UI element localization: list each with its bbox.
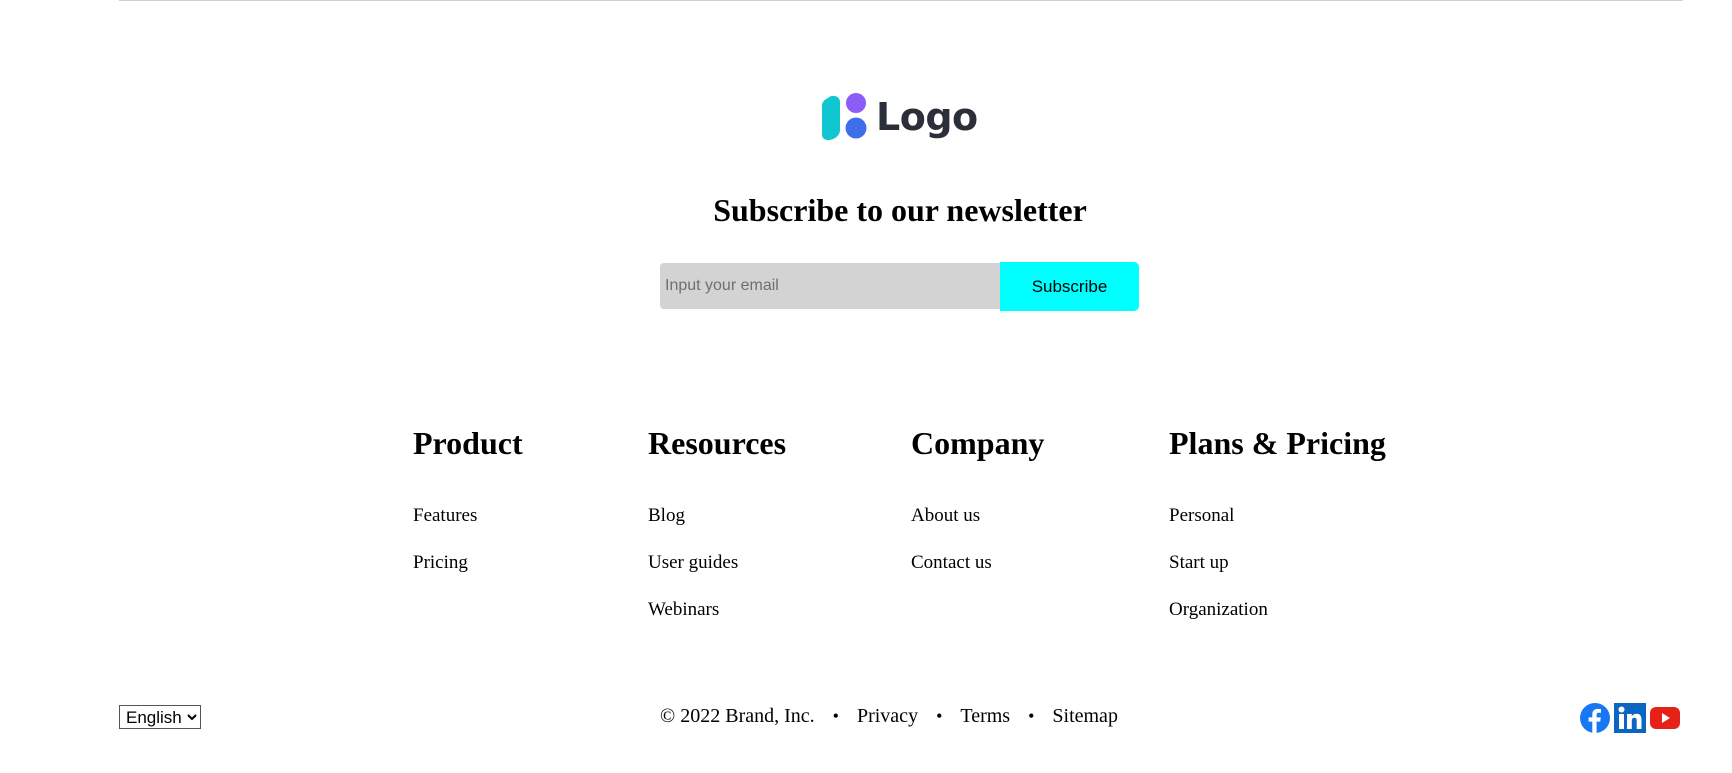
column-heading: Resources	[648, 425, 787, 461]
legal-links: © 2022 Brand, Inc. • Privacy • Terms • S…	[0, 702, 1732, 730]
list-item: Start up	[1169, 539, 1386, 586]
logo-mark-icon	[820, 92, 868, 142]
newsletter-title: Subscribe to our newsletter	[713, 192, 1087, 228]
privacy-link[interactable]: Privacy	[857, 702, 918, 730]
link-list: Blog User guides Webinars	[648, 492, 786, 633]
sitemap-link[interactable]: Sitemap	[1052, 702, 1118, 730]
link-features[interactable]: Features	[413, 505, 477, 526]
link-webinars[interactable]: Webinars	[648, 599, 719, 620]
link-user-guides[interactable]: User guides	[648, 552, 738, 573]
brand-logo[interactable]: Logo	[820, 90, 978, 144]
link-list: Features Pricing	[413, 492, 523, 586]
newsletter-form: Subscribe	[660, 262, 1140, 311]
link-pricing[interactable]: Pricing	[413, 552, 468, 573]
list-item: Organization	[1169, 586, 1386, 633]
link-organization[interactable]: Organization	[1169, 599, 1268, 620]
footer-page: Logo Subscribe to our newsletter Subscri…	[0, 0, 1732, 773]
column-heading: Plans & Pricing	[1169, 425, 1386, 461]
link-blog[interactable]: Blog	[648, 505, 685, 526]
separator-dot: •	[1028, 706, 1035, 726]
link-about-us[interactable]: About us	[911, 505, 980, 526]
subscribe-button[interactable]: Subscribe	[1000, 262, 1139, 311]
email-input[interactable]	[660, 263, 1000, 309]
youtube-icon[interactable]	[1650, 707, 1680, 734]
list-item: Blog	[648, 492, 786, 539]
social-links	[1580, 703, 1680, 738]
separator-dot: •	[832, 706, 839, 726]
column-heading: Product	[413, 425, 523, 461]
link-list: Personal Start up Organization	[1169, 492, 1386, 633]
copyright-text: © 2022 Brand, Inc.	[660, 705, 815, 727]
top-divider	[119, 0, 1683, 1]
list-item: Webinars	[648, 586, 786, 633]
list-item: Features	[413, 492, 523, 539]
link-start-up[interactable]: Start up	[1169, 552, 1229, 573]
column-heading: Company	[911, 425, 1045, 461]
terms-link[interactable]: Terms	[960, 702, 1010, 730]
link-contact-us[interactable]: Contact us	[911, 552, 992, 573]
logo-text: Logo	[876, 95, 978, 139]
facebook-icon[interactable]	[1580, 703, 1610, 738]
list-item: About us	[911, 492, 1044, 539]
footer-column-plans-pricing: Plans & Pricing Personal Start up Organi…	[1169, 420, 1386, 633]
footer-column-product: Product Features Pricing	[413, 420, 523, 586]
list-item: User guides	[648, 539, 786, 586]
list-item: Personal	[1169, 492, 1386, 539]
footer-column-company: Company About us Contact us	[911, 420, 1044, 586]
list-item: Pricing	[413, 539, 523, 586]
link-list: About us Contact us	[911, 492, 1044, 586]
footer-column-resources: Resources Blog User guides Webinars	[648, 420, 786, 633]
link-personal[interactable]: Personal	[1169, 505, 1234, 526]
linkedin-icon[interactable]	[1614, 703, 1646, 738]
separator-dot: •	[936, 706, 943, 726]
list-item: Contact us	[911, 539, 1044, 586]
